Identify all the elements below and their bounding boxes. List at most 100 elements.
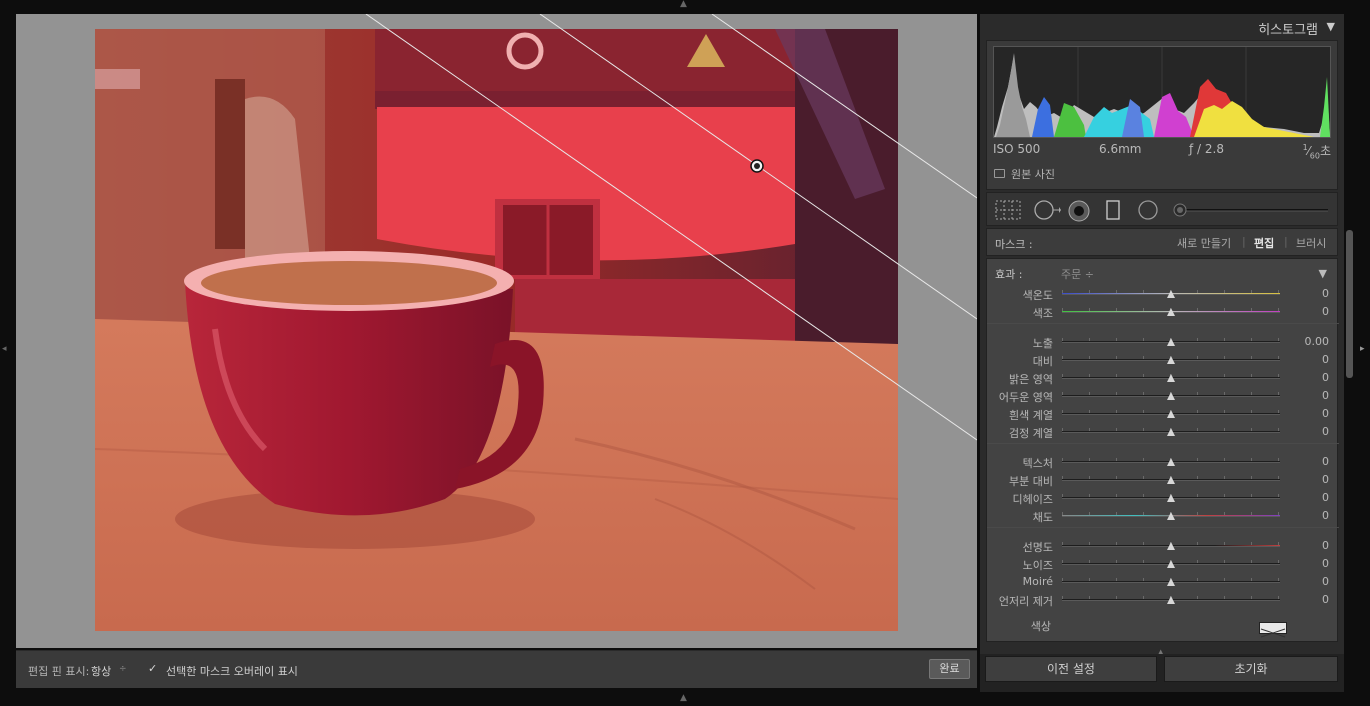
slider-thumb[interactable]	[1167, 338, 1175, 346]
right-panel-toggle-icon[interactable]: ▸	[1360, 345, 1365, 354]
radial-mask-icon[interactable]	[1068, 200, 1090, 222]
effect-slider-row: 채도 0	[987, 507, 1339, 525]
slider-label: 검정 계열	[1009, 427, 1053, 440]
panel-scrollbar[interactable]	[1346, 230, 1353, 378]
slider-value[interactable]: 0	[1322, 425, 1329, 438]
overlay-checkbox[interactable]: ✓	[148, 663, 160, 675]
slider-value[interactable]: 0	[1322, 575, 1329, 588]
slider-thumb[interactable]	[1167, 458, 1175, 466]
mask-brush-button[interactable]: 브러시	[1296, 235, 1326, 251]
slider-thumb[interactable]	[1167, 578, 1175, 586]
slider-value[interactable]: 0	[1322, 593, 1329, 606]
tool-size-slider[interactable]	[1170, 200, 1332, 220]
effect-slider-row: 선명도 0	[987, 537, 1339, 555]
reset-button[interactable]: 초기화	[1164, 656, 1338, 682]
done-button[interactable]: 완료	[929, 659, 970, 679]
color-label: 색상	[1030, 620, 1051, 633]
slider-thumb[interactable]	[1167, 476, 1175, 484]
slider-label: 어두운 영역	[998, 391, 1053, 404]
tool-strip	[986, 192, 1338, 226]
slider-value[interactable]: 0	[1322, 371, 1329, 384]
mask-label: 마스크 :	[995, 238, 1033, 251]
graduated-filter-icon[interactable]	[1106, 200, 1120, 220]
develop-right-panel: 히스토그램 ▼ ISO 500 6.6mm ƒ / 2.8 1⁄60초 원본 사…	[980, 14, 1344, 692]
effect-slider-row: 노출 0.00	[987, 333, 1339, 351]
slider-value[interactable]: 0	[1322, 353, 1329, 366]
top-panel-toggle-icon[interactable]: ▲	[680, 0, 687, 9]
circle-arrow-icon[interactable]	[1033, 200, 1061, 220]
histogram-title: 히스토그램	[1258, 23, 1318, 38]
original-photo-label[interactable]: 원본 사진	[1011, 166, 1055, 182]
slider-thumb[interactable]	[1167, 428, 1175, 436]
slider-thumb[interactable]	[1167, 560, 1175, 568]
left-panel-toggle-icon[interactable]: ◂	[2, 345, 7, 354]
effect-preset-dropdown[interactable]: 주문 ÷	[1061, 266, 1094, 282]
panel-bottom-bar: 이전 설정 초기화	[980, 654, 1344, 692]
slider-thumb[interactable]	[1167, 374, 1175, 382]
graduated-filter-guides[interactable]	[16, 14, 977, 648]
mask-new-button[interactable]: 새로 만들기	[1177, 235, 1231, 251]
slider-thumb[interactable]	[1167, 392, 1175, 400]
overlay-label[interactable]: 선택한 마스크 오버레이 표시	[166, 663, 298, 679]
mask-row: 마스크 : 새로 만들기 | 편집 | 브러시	[986, 228, 1338, 256]
triangle-down-icon[interactable]: ▼	[1319, 267, 1327, 280]
dropdown-arrows-icon[interactable]: ÷	[119, 664, 127, 674]
slider-thumb[interactable]	[1167, 596, 1175, 604]
mask-separator: |	[1242, 235, 1246, 248]
edit-pin-dropdown[interactable]: 항상	[91, 663, 111, 679]
effect-slider-row: Moiré 0	[987, 573, 1339, 591]
slider-value[interactable]: 0	[1322, 389, 1329, 402]
effect-slider-row: 색조 0	[987, 303, 1339, 321]
histogram-info: ISO 500 6.6mm ƒ / 2.8 1⁄60초	[993, 142, 1331, 161]
slider-value[interactable]: 0	[1322, 455, 1329, 468]
aperture-value: ƒ / 2.8	[1189, 142, 1224, 156]
effect-preset-value[interactable]: 주문	[1061, 268, 1081, 281]
previous-settings-button[interactable]: 이전 설정	[985, 656, 1157, 682]
dropdown-arrows-icon[interactable]: ÷	[1085, 268, 1094, 281]
shutter-unit: 초	[1319, 144, 1331, 158]
section-separator	[987, 443, 1339, 444]
slider-value[interactable]: 0	[1322, 305, 1329, 318]
mask-edit-button[interactable]: 편집	[1254, 235, 1274, 251]
circle-icon[interactable]	[1137, 200, 1159, 220]
effect-slider-row: 색온도 0	[987, 285, 1339, 303]
slider-thumb[interactable]	[1167, 494, 1175, 502]
slider-label: 대비	[1032, 355, 1053, 368]
triangle-down-icon[interactable]: ▼	[1327, 20, 1335, 33]
slider-value[interactable]: 0.00	[1305, 335, 1330, 348]
slider-thumb[interactable]	[1167, 542, 1175, 550]
slider-value[interactable]: 0	[1322, 491, 1329, 504]
slider-value[interactable]: 0	[1322, 287, 1329, 300]
slider-value[interactable]: 0	[1322, 539, 1329, 552]
slider-thumb[interactable]	[1167, 290, 1175, 298]
slider-thumb[interactable]	[1167, 512, 1175, 520]
slider-label: 흰색 계열	[1009, 409, 1053, 422]
color-swatch[interactable]	[1259, 622, 1287, 638]
bottom-toolbar: 편집 핀 표시: 항상 ÷ ✓ 선택한 마스크 오버레이 표시 완료	[16, 650, 977, 688]
slider-value[interactable]: 0	[1322, 509, 1329, 522]
bottom-panel-toggle-icon[interactable]: ▲	[680, 694, 687, 703]
slider-label: 노이즈	[1022, 559, 1053, 572]
slider-thumb[interactable]	[1167, 410, 1175, 418]
slider-label: 부분 대비	[1009, 475, 1053, 488]
slider-thumb[interactable]	[1167, 356, 1175, 364]
slider-label: 채도	[1032, 511, 1053, 524]
slider-label: 텍스처	[1022, 457, 1053, 470]
slider-value[interactable]: 0	[1322, 407, 1329, 420]
grid-select-icon[interactable]	[995, 200, 1021, 220]
focal-length-value: 6.6mm	[1099, 142, 1142, 156]
photo-canvas[interactable]	[16, 14, 977, 648]
effect-slider-row: 검정 계열 0	[987, 423, 1339, 441]
original-photo-checkbox[interactable]	[994, 169, 1005, 178]
effect-slider-row: 노이즈 0	[987, 555, 1339, 573]
slider-thumb[interactable]	[1167, 308, 1175, 316]
shutter-speed-value: 1⁄60초	[1302, 143, 1331, 161]
slider-value[interactable]: 0	[1322, 473, 1329, 486]
histogram-header[interactable]: 히스토그램 ▼	[980, 14, 1344, 38]
histogram-graph[interactable]	[993, 46, 1331, 138]
slider-label: 디헤이즈	[1012, 493, 1053, 506]
slider-value[interactable]: 0	[1322, 557, 1329, 570]
shutter-numerator: 1	[1302, 143, 1308, 152]
slider-label: 노출	[1032, 337, 1053, 350]
section-separator	[987, 527, 1339, 528]
